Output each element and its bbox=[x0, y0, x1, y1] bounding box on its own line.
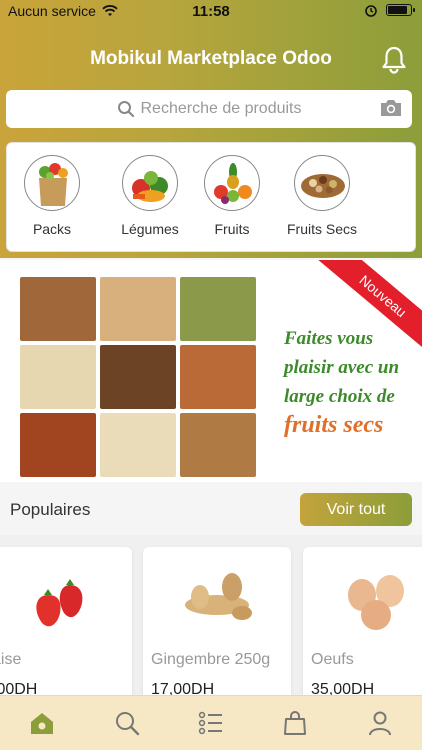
banner-accent: fruits secs bbox=[284, 412, 384, 438]
eggs-icon bbox=[303, 555, 422, 645]
cashews-image bbox=[100, 413, 176, 477]
status-bar: Aucun service 11:58 bbox=[0, 0, 422, 24]
banner-line: Faites vous bbox=[284, 328, 374, 349]
banner-line: large choix de bbox=[284, 386, 395, 407]
nutmeg-image bbox=[20, 277, 96, 341]
product-card[interactable]: Gingembre 250g 17,00DH bbox=[143, 547, 291, 695]
brazil-nuts-image bbox=[100, 345, 176, 409]
bag-icon bbox=[284, 711, 307, 735]
home-icon bbox=[31, 713, 54, 734]
search-input[interactable]: Recherche de produits bbox=[6, 90, 412, 128]
tab-home[interactable] bbox=[18, 699, 66, 747]
tab-search[interactable] bbox=[103, 699, 151, 747]
alarm-icon bbox=[365, 5, 377, 17]
product-price: 17,00DH bbox=[151, 681, 215, 695]
product-price: 35,00DH bbox=[311, 681, 375, 695]
profile-icon bbox=[368, 711, 391, 736]
search-icon bbox=[115, 712, 139, 736]
ginger-icon bbox=[143, 555, 291, 645]
product-name: Oeufs bbox=[311, 651, 354, 668]
clock: 11:58 bbox=[192, 3, 230, 20]
dried-fruits-icon bbox=[294, 155, 350, 211]
pumpkin-seeds-image bbox=[180, 277, 256, 341]
header: Aucun service 11:58 Mobikul Marketplace … bbox=[0, 0, 422, 258]
see-all-button[interactable]: Voir tout bbox=[300, 493, 412, 526]
hazelnuts-image bbox=[20, 413, 96, 477]
category-label: Fruits bbox=[214, 221, 250, 237]
vegetables-icon bbox=[122, 155, 178, 211]
nut-grid-image bbox=[20, 277, 256, 477]
product-name: aise bbox=[0, 651, 22, 668]
product-name: Gingembre 250g bbox=[151, 651, 271, 668]
search-icon bbox=[117, 101, 134, 118]
category-legumes[interactable]: Légumes bbox=[105, 155, 195, 237]
category-label: Packs bbox=[32, 221, 72, 237]
category-fruits-secs[interactable]: Fruits Secs bbox=[277, 155, 367, 237]
category-card: Packs Légumes Fruits Fruits Secs bbox=[6, 142, 416, 252]
list-icon bbox=[198, 711, 222, 735]
product-price: ,00DH bbox=[0, 681, 38, 695]
walnuts-image bbox=[180, 413, 256, 477]
tab-bar bbox=[0, 695, 422, 750]
product-carousel[interactable]: aise ,00DH Gingembre 250g 17,00DH Oeufs … bbox=[0, 535, 422, 695]
almonds-image bbox=[180, 345, 256, 409]
bell-icon[interactable] bbox=[380, 44, 408, 74]
tab-cart[interactable] bbox=[271, 699, 319, 747]
page-title: Mobikul Marketplace Odoo bbox=[90, 48, 332, 69]
grocery-bag-icon bbox=[24, 155, 80, 211]
tab-categories[interactable] bbox=[187, 699, 235, 747]
category-label: Légumes bbox=[121, 221, 179, 237]
battery-icon bbox=[386, 4, 415, 16]
pine-nuts-image bbox=[20, 345, 96, 409]
promo-banner[interactable]: Nouveau Faites vous plaisir avec un larg… bbox=[0, 260, 422, 482]
fruits-icon bbox=[204, 155, 260, 211]
banner-line: plaisir avec un bbox=[284, 357, 400, 378]
product-card[interactable]: aise ,00DH bbox=[0, 547, 132, 695]
category-fruits[interactable]: Fruits bbox=[187, 155, 277, 237]
section-title: Populaires bbox=[10, 500, 91, 519]
strawberry-icon bbox=[0, 555, 132, 645]
category-packs[interactable]: Packs bbox=[7, 155, 97, 237]
camera-icon[interactable] bbox=[379, 98, 403, 118]
banner-text: Faites vous plaisir avec un large choix … bbox=[284, 324, 416, 440]
tab-account[interactable] bbox=[356, 699, 404, 747]
product-card[interactable]: Oeufs 35,00DH bbox=[303, 547, 422, 695]
search-placeholder: Recherche de produits bbox=[140, 100, 302, 117]
category-label: Fruits Secs bbox=[286, 221, 357, 237]
peanuts-image bbox=[100, 277, 176, 341]
